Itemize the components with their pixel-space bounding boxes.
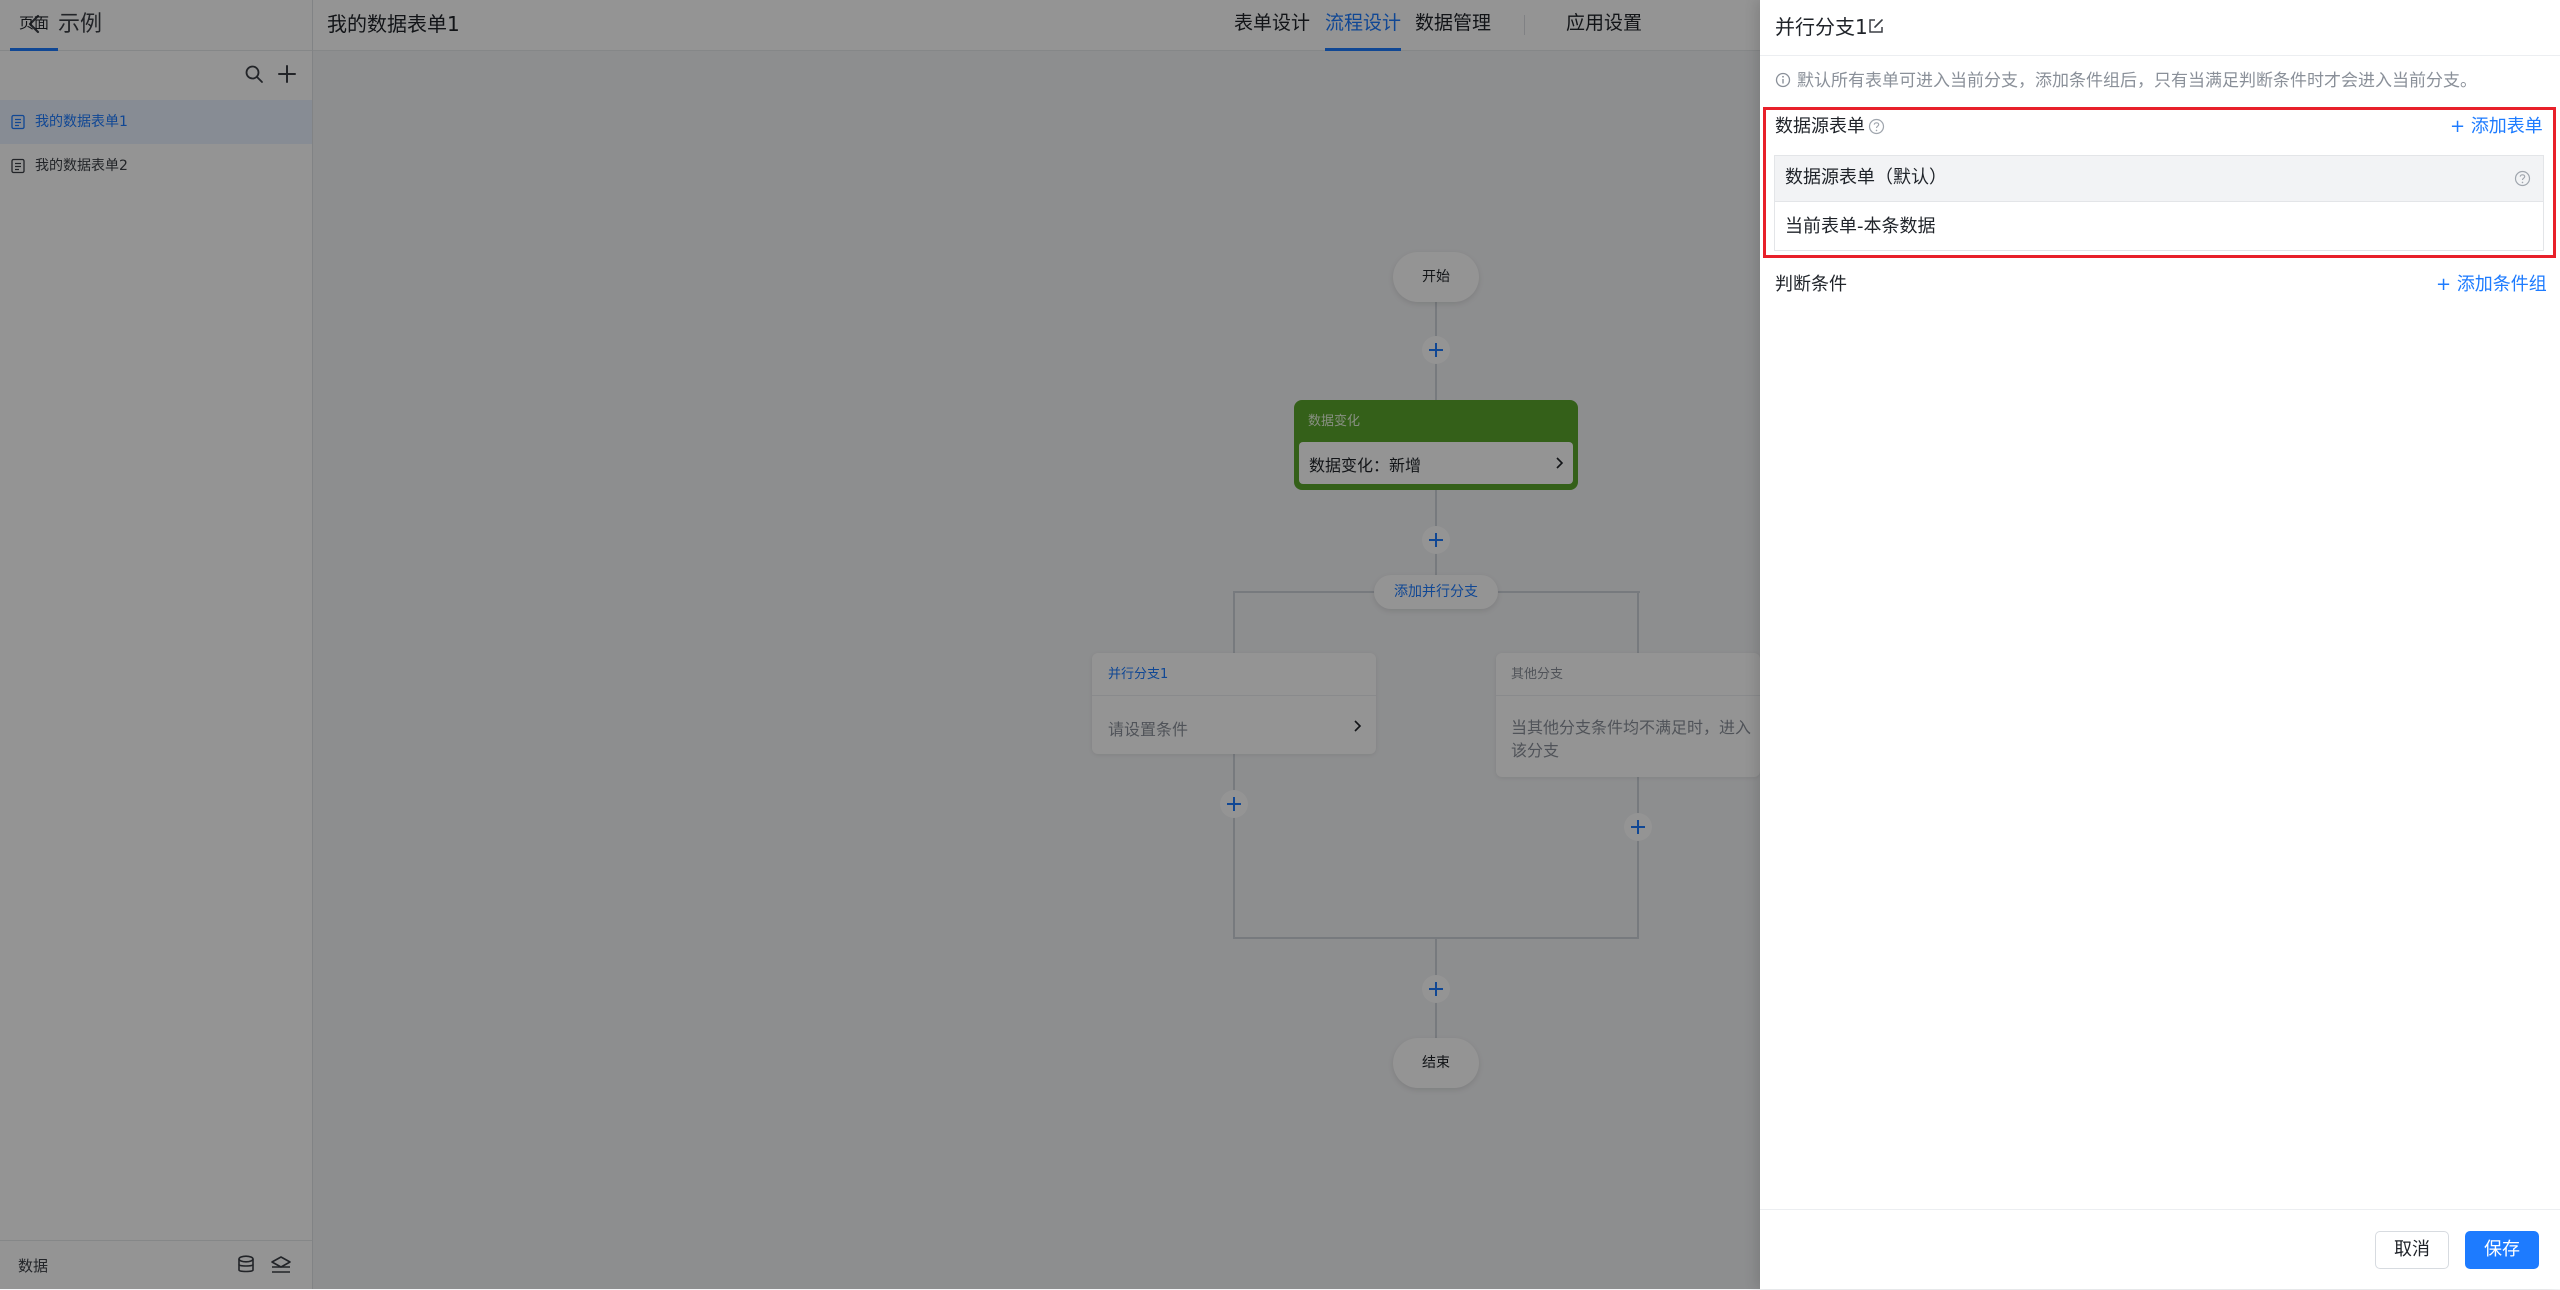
divider xyxy=(1760,55,2560,56)
add-form-label: 添加表单 xyxy=(2470,116,2543,137)
info-icon xyxy=(1775,72,1791,88)
divider xyxy=(1760,1209,2560,1210)
help-icon[interactable] xyxy=(1868,118,1885,135)
table-row[interactable]: 当前表单-本条数据 xyxy=(1785,215,1936,239)
add-form-button[interactable]: + 添加表单 xyxy=(2450,115,2543,139)
add-condition-group-label: 添加条件组 xyxy=(2456,274,2547,295)
edit-icon[interactable] xyxy=(1867,17,1885,35)
info-text: 默认所有表单可进入当前分支，添加条件组后，只有当满足判断条件时才会进入当前分支。 xyxy=(1797,71,2477,91)
cancel-button[interactable]: 取消 xyxy=(2375,1231,2449,1269)
add-condition-group-button[interactable]: + 添加条件组 xyxy=(2436,273,2547,297)
modal-overlay[interactable] xyxy=(0,0,1760,1289)
help-icon[interactable] xyxy=(2514,170,2531,187)
plus-icon: + xyxy=(2450,116,2471,137)
plus-icon: + xyxy=(2436,274,2457,295)
condition-label: 判断条件 xyxy=(1775,274,1847,295)
save-button[interactable]: 保存 xyxy=(2465,1231,2539,1269)
data-source-label: 数据源表单 xyxy=(1775,116,1865,137)
drawer-title: 并行分支1 xyxy=(1775,15,1868,39)
table-header-cell: 数据源表单（默认） xyxy=(1785,167,1947,188)
